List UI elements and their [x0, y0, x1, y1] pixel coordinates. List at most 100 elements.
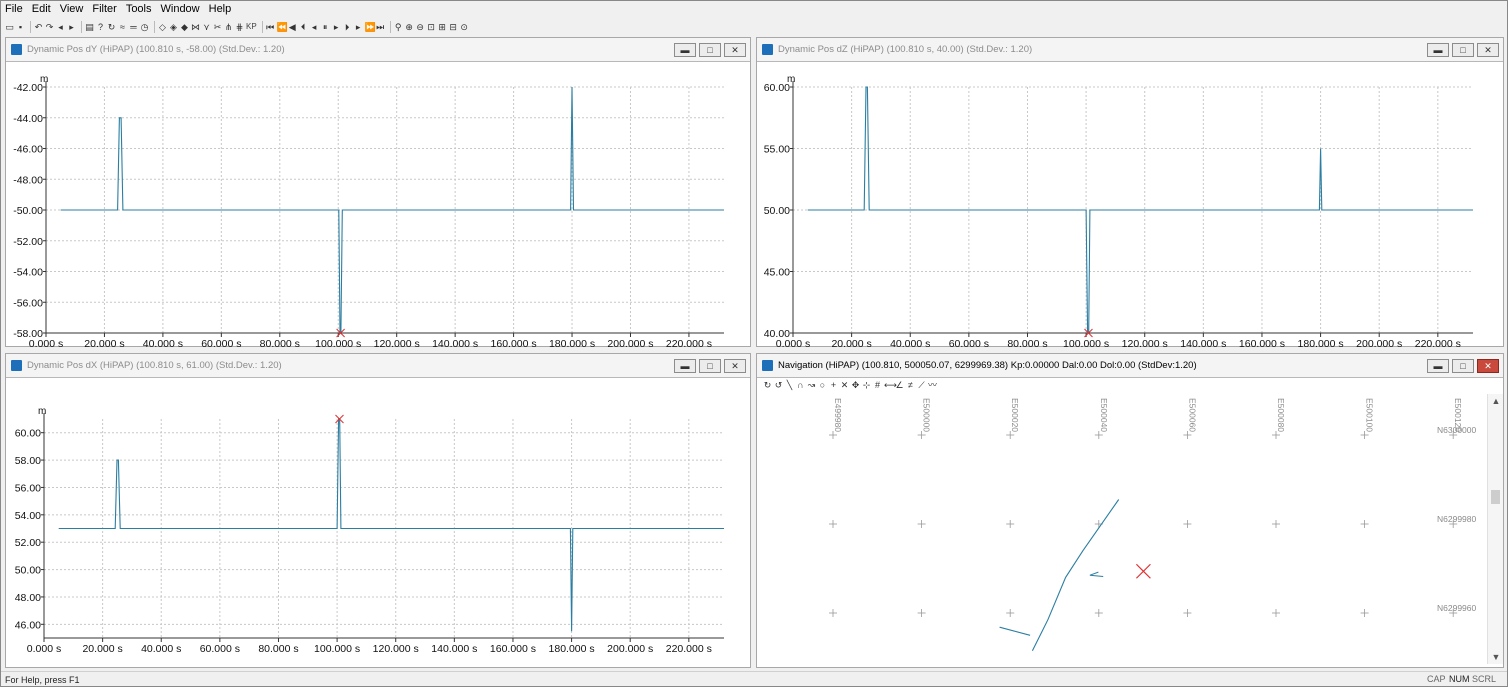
cut-icon[interactable]: ✂ — [213, 22, 222, 32]
window-navigation[interactable]: Navigation (HiPAP) (100.810, 500050.07, … — [756, 353, 1504, 668]
maximize-button[interactable]: □ — [699, 359, 721, 373]
step-back-icon[interactable]: ⏴ — [299, 22, 308, 32]
zoom-reset-icon[interactable]: ⊙ — [460, 22, 469, 32]
forward-fast-icon[interactable]: ⏩ — [365, 22, 376, 32]
pause-icon[interactable]: ⏸ — [321, 22, 330, 32]
window-title: Dynamic Pos dX (HiPAP) (100.810 s, 61.00… — [27, 360, 282, 371]
vertical-scrollbar[interactable]: ▲ ▼ — [1487, 394, 1503, 664]
profile-icon[interactable]: ⟋ — [917, 380, 926, 390]
x-tick-label: 40.000 s — [143, 338, 183, 347]
x-tick-label: 200.000 s — [607, 338, 653, 347]
chart-dz[interactable]: 0.000 s 20.000 s 40.000 s 60.000 s 80.000 s1… — [757, 63, 1505, 347]
help-icon[interactable]: ? — [96, 22, 105, 32]
zoom-fit-icon[interactable]: ⊡ — [427, 22, 436, 32]
angle-icon[interactable]: ∠ — [895, 380, 904, 390]
clock-icon[interactable]: ◷ — [140, 22, 149, 32]
maximize-button[interactable]: □ — [1452, 359, 1474, 373]
undo-icon[interactable]: ↶ — [34, 22, 43, 32]
line-tool-icon[interactable]: ╲ — [785, 380, 794, 390]
filter-icon[interactable]: ≈ — [118, 22, 127, 32]
menu-edit[interactable]: Edit — [32, 3, 51, 15]
join2-icon[interactable]: ⋕ — [235, 22, 244, 32]
first-icon[interactable]: ⏮ — [266, 22, 275, 32]
zoom-all-icon[interactable]: ⊞ — [438, 22, 447, 32]
x-tick-label: 160.000 s — [1239, 338, 1285, 347]
close-button[interactable]: ✕ — [724, 359, 746, 373]
window-title-bar[interactable]: Dynamic Pos dX (HiPAP) (100.810 s, 61.00… — [6, 354, 750, 378]
status-scrl: SCRL — [1472, 674, 1497, 684]
marker-icon[interactable]: ◇ — [158, 22, 167, 32]
window-dynamic-pos-dz[interactable]: Dynamic Pos dZ (HiPAP) (100.810 s, 40.00… — [756, 37, 1504, 347]
chart-dy[interactable]: 0.000 s 20.000 s 40.000 s 60.000 s 80.000 s1… — [6, 63, 752, 347]
delete-node-icon[interactable]: ✕ — [840, 380, 849, 390]
back-icon[interactable]: ◂ — [56, 22, 65, 32]
menu-window[interactable]: Window — [161, 3, 200, 15]
refresh-icon[interactable]: ↻ — [107, 22, 116, 32]
redo-icon[interactable]: ↷ — [45, 22, 54, 32]
offset-icon[interactable]: ≠ — [906, 380, 915, 390]
rewind-fast-icon[interactable]: ⏪ — [277, 22, 288, 32]
move-node-icon[interactable]: ✥ — [851, 380, 860, 390]
window-title-bar[interactable]: Dynamic Pos dZ (HiPAP) (100.810 s, 40.00… — [757, 38, 1503, 62]
minimize-button[interactable]: ▬ — [674, 359, 696, 373]
navigation-map[interactable]: E499980 E500000 E500020 E500040 E500060 E5000… — [761, 394, 1501, 664]
join-icon[interactable]: ⋔ — [224, 22, 233, 32]
line-icon[interactable]: ═ — [129, 22, 138, 32]
window-title-bar[interactable]: Navigation (HiPAP) (100.810, 500050.07, … — [757, 354, 1503, 378]
print-icon[interactable]: ▤ — [85, 22, 94, 32]
zoom-icon[interactable]: ⚲ — [394, 22, 403, 32]
close-button[interactable]: ✕ — [724, 43, 746, 57]
marker2-icon[interactable]: ◈ — [169, 22, 178, 32]
menu-view[interactable]: View — [60, 3, 84, 15]
maximize-button[interactable]: □ — [699, 43, 721, 57]
step-forward-icon[interactable]: ⏵ — [343, 22, 352, 32]
kp-button[interactable]: KP — [246, 22, 257, 31]
save-icon[interactable]: ▪ — [16, 22, 25, 32]
window-dynamic-pos-dy[interactable]: Dynamic Pos dY (HiPAP) (100.810 s, -58.0… — [5, 37, 751, 347]
open-icon[interactable]: ▭ — [5, 22, 14, 32]
y-tick-label: 56.00 — [15, 482, 41, 494]
close-button[interactable]: ✕ — [1477, 43, 1499, 57]
grid-cross — [917, 431, 926, 439]
rewind-icon[interactable]: ◀ — [288, 22, 297, 32]
zoom-window-icon[interactable]: ⊟ — [449, 22, 458, 32]
add-node-icon[interactable]: + — [829, 380, 838, 390]
window-title: Navigation (HiPAP) (100.810, 500050.07, … — [778, 360, 1197, 371]
scroll-up-icon[interactable]: ▲ — [1488, 396, 1504, 406]
menu-file[interactable]: File — [5, 3, 23, 15]
path-tool-icon[interactable]: ↝ — [807, 380, 816, 390]
forward-icon[interactable]: ▸ — [354, 22, 363, 32]
node-icon[interactable]: ○ — [818, 380, 827, 390]
minimize-button[interactable]: ▬ — [1427, 43, 1449, 57]
grid-icon[interactable]: # — [873, 380, 882, 390]
series-line — [807, 86, 1473, 334]
zoom-out-icon[interactable]: ⊖ — [416, 22, 425, 32]
forward-icon[interactable]: ▸ — [67, 22, 76, 32]
merge-icon[interactable]: ⋎ — [202, 22, 211, 32]
rotate-ccw-icon[interactable]: ↺ — [774, 380, 783, 390]
window-dynamic-pos-dx[interactable]: Dynamic Pos dX (HiPAP) (100.810 s, 61.00… — [5, 353, 751, 668]
close-button[interactable]: ✕ — [1477, 359, 1499, 373]
trend-icon[interactable]: 〰 — [928, 380, 937, 390]
maximize-button[interactable]: □ — [1452, 43, 1474, 57]
y-tick-label: 45.00 — [764, 267, 790, 279]
menu-help[interactable]: Help — [209, 3, 232, 15]
minimize-button[interactable]: ▬ — [1427, 359, 1449, 373]
marker3-icon[interactable]: ◆ — [180, 22, 189, 32]
zoom-in-icon[interactable]: ⊕ — [405, 22, 414, 32]
menu-filter[interactable]: Filter — [92, 3, 116, 15]
measure-icon[interactable]: ⟷ — [884, 380, 897, 390]
arc-tool-icon[interactable]: ∩ — [796, 380, 805, 390]
rotate-cw-icon[interactable]: ↻ — [763, 380, 772, 390]
prev-icon[interactable]: ◂ — [310, 22, 319, 32]
snap-icon[interactable]: ⊹ — [862, 380, 871, 390]
scroll-thumb[interactable] — [1491, 490, 1500, 504]
last-icon[interactable]: ⏭ — [376, 22, 385, 32]
window-title-bar[interactable]: Dynamic Pos dY (HiPAP) (100.810 s, -58.0… — [6, 38, 750, 62]
next-icon[interactable]: ▸ — [332, 22, 341, 32]
minimize-button[interactable]: ▬ — [674, 43, 696, 57]
scroll-down-icon[interactable]: ▼ — [1488, 652, 1504, 662]
chart-dx[interactable]: 0.000 s 20.000 s 40.000 s 60.000 s 80.000 s 1… — [6, 379, 752, 668]
menu-tools[interactable]: Tools — [126, 3, 152, 15]
split-icon[interactable]: ⋈ — [191, 22, 200, 32]
